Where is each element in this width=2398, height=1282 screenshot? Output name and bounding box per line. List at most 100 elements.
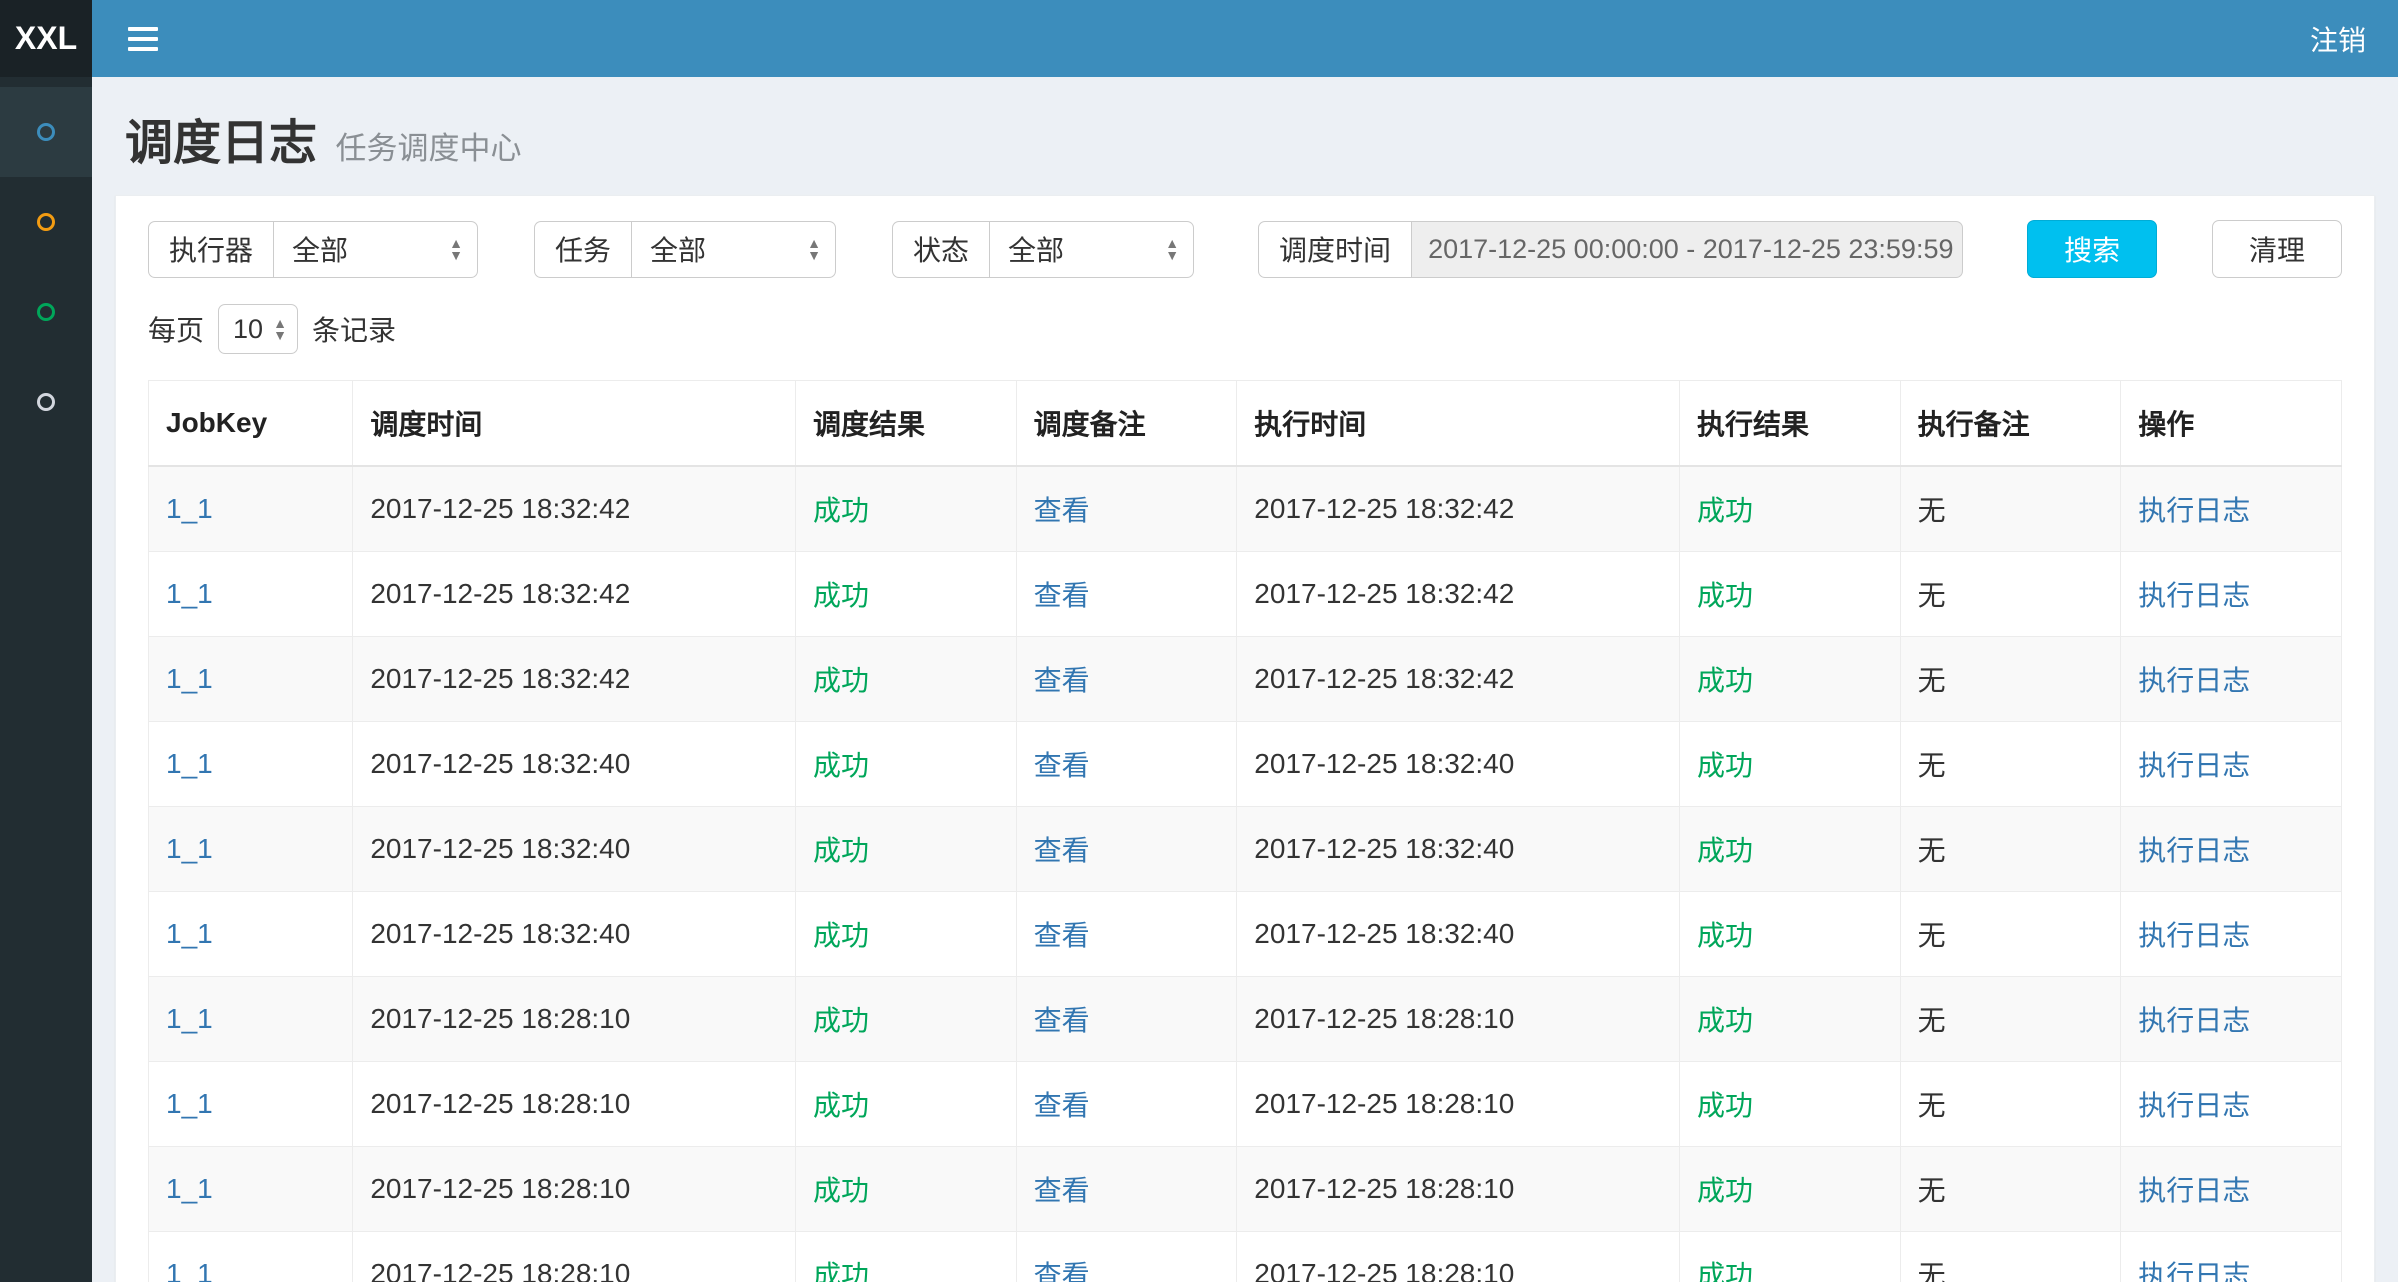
exec-log-link[interactable]: 执行日志 <box>2138 750 2250 781</box>
exec-log-link[interactable]: 执行日志 <box>2138 835 2250 866</box>
trigger-msg-link[interactable]: 查看 <box>1034 920 1090 951</box>
trigger-time-cell: 2017-12-25 18:32:42 <box>353 466 796 552</box>
column-header-7: 执行备注 <box>1900 381 2121 467</box>
handle-result-cell: 成功 <box>1680 977 1901 1062</box>
handle-time-cell: 2017-12-25 18:32:42 <box>1237 466 1680 552</box>
handle-msg-cell: 无 <box>1900 977 2121 1062</box>
status-filter-group: 状态 全部 ▲▼ <box>892 221 1194 278</box>
handle-time-cell: 2017-12-25 18:32:42 <box>1237 552 1680 637</box>
executor-filter-label: 执行器 <box>148 221 273 278</box>
hamburger-icon <box>128 27 158 31</box>
job-filter-label: 任务 <box>534 221 631 278</box>
circle-icon <box>37 303 55 321</box>
logout-link[interactable]: 注销 <box>2310 19 2366 59</box>
exec-log-link[interactable]: 执行日志 <box>2138 1005 2250 1036</box>
table-row: 1_12017-12-25 18:28:10成功查看2017-12-25 18:… <box>149 1232 2342 1282</box>
jobkey-link[interactable]: 1_1 <box>166 1003 213 1034</box>
exec-log-link-cell: 执行日志 <box>2121 892 2342 977</box>
executor-select-value: 全部 <box>292 229 348 269</box>
jobkey-link[interactable]: 1_1 <box>166 1173 213 1204</box>
executor-select[interactable]: 全部 ▲▼ <box>273 221 478 278</box>
trigger-msg-link[interactable]: 查看 <box>1034 1090 1090 1121</box>
sidebar-toggle-button[interactable] <box>120 17 166 61</box>
exec-log-link[interactable]: 执行日志 <box>2138 495 2250 526</box>
exec-log-link[interactable]: 执行日志 <box>2138 1090 2250 1121</box>
select-arrows-icon: ▲▼ <box>449 237 463 261</box>
handle-msg-cell: 无 <box>1900 1062 2121 1147</box>
jobkey-link[interactable]: 1_1 <box>166 663 213 694</box>
trigger-msg-link[interactable]: 查看 <box>1034 580 1090 611</box>
handle-time-cell: 2017-12-25 18:32:42 <box>1237 637 1680 722</box>
page-size-select[interactable]: 10 ▲▼ <box>218 304 298 354</box>
trigger-msg-link[interactable]: 查看 <box>1034 750 1090 781</box>
handle-time-cell: 2017-12-25 18:28:10 <box>1237 1232 1680 1282</box>
exec-log-link-cell: 执行日志 <box>2121 466 2342 552</box>
sidebar-item-2[interactable] <box>0 177 92 267</box>
handle-result-cell: 成功 <box>1680 722 1901 807</box>
sidebar-item-4[interactable] <box>0 357 92 447</box>
jobkey-link[interactable]: 1_1 <box>166 748 213 779</box>
exec-log-link[interactable]: 执行日志 <box>2138 580 2250 611</box>
trigger-time-cell: 2017-12-25 18:32:42 <box>353 552 796 637</box>
handle-msg-cell: 无 <box>1900 807 2121 892</box>
handle-msg-cell: 无 <box>1900 892 2121 977</box>
executor-filter-group: 执行器 全部 ▲▼ <box>148 221 478 278</box>
handle-time-cell: 2017-12-25 18:32:40 <box>1237 892 1680 977</box>
trigger-msg-link[interactable]: 查看 <box>1034 1005 1090 1036</box>
table-row: 1_12017-12-25 18:32:40成功查看2017-12-25 18:… <box>149 722 2342 807</box>
jobkey-link[interactable]: 1_1 <box>166 493 213 524</box>
handle-time-cell: 2017-12-25 18:28:10 <box>1237 977 1680 1062</box>
trigger-msg-link[interactable]: 查看 <box>1034 665 1090 696</box>
jobkey-link[interactable]: 1_1 <box>166 578 213 609</box>
table-row: 1_12017-12-25 18:28:10成功查看2017-12-25 18:… <box>149 977 2342 1062</box>
trigger-msg-link[interactable]: 查看 <box>1034 495 1090 526</box>
jobkey-link[interactable]: 1_1 <box>166 1258 213 1282</box>
main-content: 调度日志 任务调度中心 执行器 全部 ▲▼ 任务 全部 ▲▼ 状态 <box>92 0 2398 1282</box>
page-subtitle: 任务调度中心 <box>335 131 521 166</box>
time-range-input[interactable]: 2017-12-25 00:00:00 - 2017-12-25 23:59:5… <box>1411 221 1963 278</box>
clear-button[interactable]: 清理 <box>2212 220 2342 278</box>
trigger-msg-link-cell: 查看 <box>1016 977 1237 1062</box>
handle-result-cell: 成功 <box>1680 552 1901 637</box>
sidebar-item-3[interactable] <box>0 267 92 357</box>
trigger-msg-link-cell: 查看 <box>1016 466 1237 552</box>
handle-result-cell: 成功 <box>1680 466 1901 552</box>
exec-log-link[interactable]: 执行日志 <box>2138 1175 2250 1206</box>
jobkey-link[interactable]: 1_1 <box>166 918 213 949</box>
trigger-msg-link-cell: 查看 <box>1016 722 1237 807</box>
column-header-3: 调度结果 <box>796 381 1017 467</box>
jobkey-link[interactable]: 1_1 <box>166 833 213 864</box>
trigger-msg-link-cell: 查看 <box>1016 637 1237 722</box>
sidebar-item-1[interactable] <box>0 87 92 177</box>
handle-msg-cell: 无 <box>1900 637 2121 722</box>
job-filter-group: 任务 全部 ▲▼ <box>534 221 836 278</box>
trigger-result-cell: 成功 <box>796 466 1017 552</box>
exec-log-link[interactable]: 执行日志 <box>2138 665 2250 696</box>
job-select[interactable]: 全部 ▲▼ <box>631 221 836 278</box>
jobkey-link-cell: 1_1 <box>149 977 353 1062</box>
select-arrows-icon: ▲▼ <box>1165 237 1179 261</box>
trigger-msg-link[interactable]: 查看 <box>1034 1260 1090 1282</box>
handle-result-cell: 成功 <box>1680 892 1901 977</box>
trigger-result-cell: 成功 <box>796 1232 1017 1282</box>
trigger-msg-link[interactable]: 查看 <box>1034 835 1090 866</box>
handle-result-cell: 成功 <box>1680 807 1901 892</box>
table-row: 1_12017-12-25 18:32:42成功查看2017-12-25 18:… <box>149 637 2342 722</box>
exec-log-link[interactable]: 执行日志 <box>2138 1260 2250 1282</box>
hamburger-icon <box>128 47 158 51</box>
search-button[interactable]: 搜索 <box>2027 220 2157 278</box>
jobkey-link[interactable]: 1_1 <box>166 1088 213 1119</box>
log-table-header-row: JobKey调度时间调度结果调度备注执行时间执行结果执行备注操作 <box>149 381 2342 467</box>
column-header-1: JobKey <box>149 381 353 467</box>
trigger-msg-link-cell: 查看 <box>1016 1062 1237 1147</box>
handle-msg-cell: 无 <box>1900 722 2121 807</box>
log-panel: 执行器 全部 ▲▼ 任务 全部 ▲▼ 状态 全部 ▲▼ <box>115 195 2375 1282</box>
table-row: 1_12017-12-25 18:32:40成功查看2017-12-25 18:… <box>149 892 2342 977</box>
trigger-result-cell: 成功 <box>796 892 1017 977</box>
status-select-value: 全部 <box>1008 229 1064 269</box>
trigger-msg-link[interactable]: 查看 <box>1034 1175 1090 1206</box>
status-select[interactable]: 全部 ▲▼ <box>989 221 1194 278</box>
trigger-time-cell: 2017-12-25 18:28:10 <box>353 977 796 1062</box>
exec-log-link[interactable]: 执行日志 <box>2138 920 2250 951</box>
trigger-result-cell: 成功 <box>796 637 1017 722</box>
